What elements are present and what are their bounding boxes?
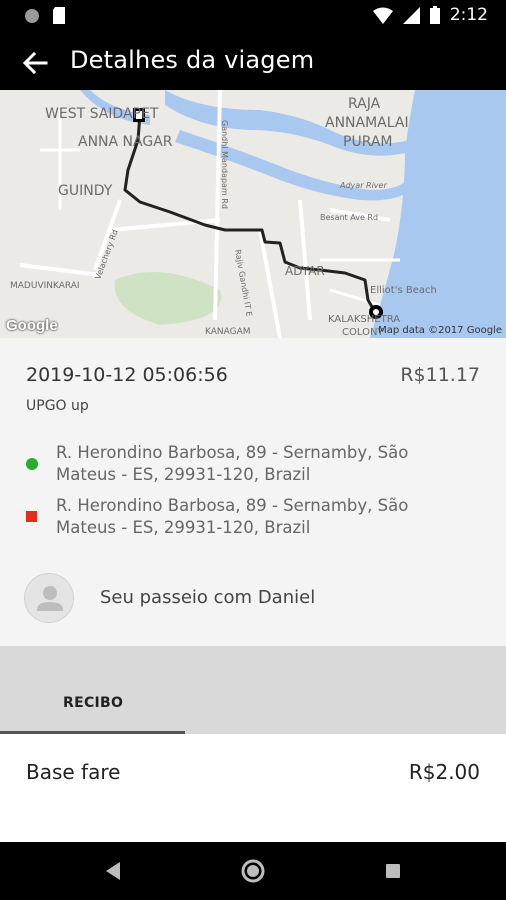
arrow-left-icon[interactable] [20,48,50,78]
map-label: ANNAMALAI [325,115,409,131]
map-label: KALAKSHETRA [328,314,400,325]
fare-row-label: Base fare [26,760,121,784]
status-bar: 2:12 [0,0,506,32]
map-label: Besant Ave Rd [320,213,378,222]
recents-square-icon[interactable] [377,855,409,887]
trip-datetime: 2019-10-12 05:06:56 [26,364,228,386]
tab-bar: RECIBO [0,646,506,734]
trip-details: 2019-10-12 05:06:56 R$11.17 UPGO up R. H… [0,338,506,646]
pickup-marker-icon [26,458,38,470]
map-canvas: WEST SAIDAPET ANNA NAGAR RAJA ANNAMALAI … [10,90,506,338]
map-label: PURAM [343,134,393,150]
map-label: WEST SAIDAPET [45,106,159,122]
receipt-panel: Base fare R$2.00 [0,734,506,842]
app-bar: Detalhes da viagem [0,32,506,90]
pickup-address: R. Herondino Barbosa, 89 - Sernamby, São… [56,442,476,486]
battery-icon [429,6,440,24]
map-label: Adyar River [339,181,387,190]
tab-receipt[interactable]: RECIBO [0,646,185,734]
map-label: KANAGAM [205,327,251,337]
map-label: Gandhi Mandapam Rd [220,120,229,209]
circle-notification-icon [25,8,39,23]
trip-map[interactable]: WEST SAIDAPET ANNA NAGAR RAJA ANNAMALAI … [0,90,506,338]
back-triangle-icon[interactable] [98,855,130,887]
map-label: RAJA [348,96,381,112]
system-nav-bar [0,842,506,900]
dropoff-address: R. Herondino Barbosa, 89 - Sernamby, São… [56,495,476,539]
sd-card-icon [53,7,65,24]
dropoff-marker-icon [26,511,37,522]
dropoff-address-line: R. Herondino Barbosa, 89 - Sernamby, São [56,496,409,515]
trip-product: UPGO up [26,398,89,414]
map-label: ANNA NAGAR [78,134,173,150]
pickup-address-line: Mateus - ES, 29931-120, Brazil [56,465,311,484]
driver-text: Seu passeio com Daniel [100,587,316,608]
pickup-address-line: R. Herondino Barbosa, 89 - Sernamby, São [56,443,409,462]
map-label: MADUVINKARAI [10,281,80,291]
page-title: Detalhes da viagem [70,46,315,74]
dropoff-address-line: Mateus - ES, 29931-120, Brazil [56,518,311,537]
driver-avatar [24,573,74,623]
map-label: GUINDY [58,183,113,199]
map-label: ADYAR [285,264,325,278]
tab-receipt-label: RECIBO [63,695,124,711]
trip-fare: R$11.17 [400,364,480,386]
fare-row-value: R$2.00 [408,760,480,784]
home-circle-icon[interactable] [237,855,269,887]
google-logo: Google [6,317,58,334]
map-credit: Map data ©2017 Google [378,325,502,336]
map-label: Rajiv Gandhi IT E [233,249,254,317]
status-time: 2:12 [449,5,488,25]
wifi-icon [372,7,393,24]
map-label: Elliot's Beach [370,285,437,296]
person-icon [37,586,63,611]
signal-icon [402,6,420,24]
